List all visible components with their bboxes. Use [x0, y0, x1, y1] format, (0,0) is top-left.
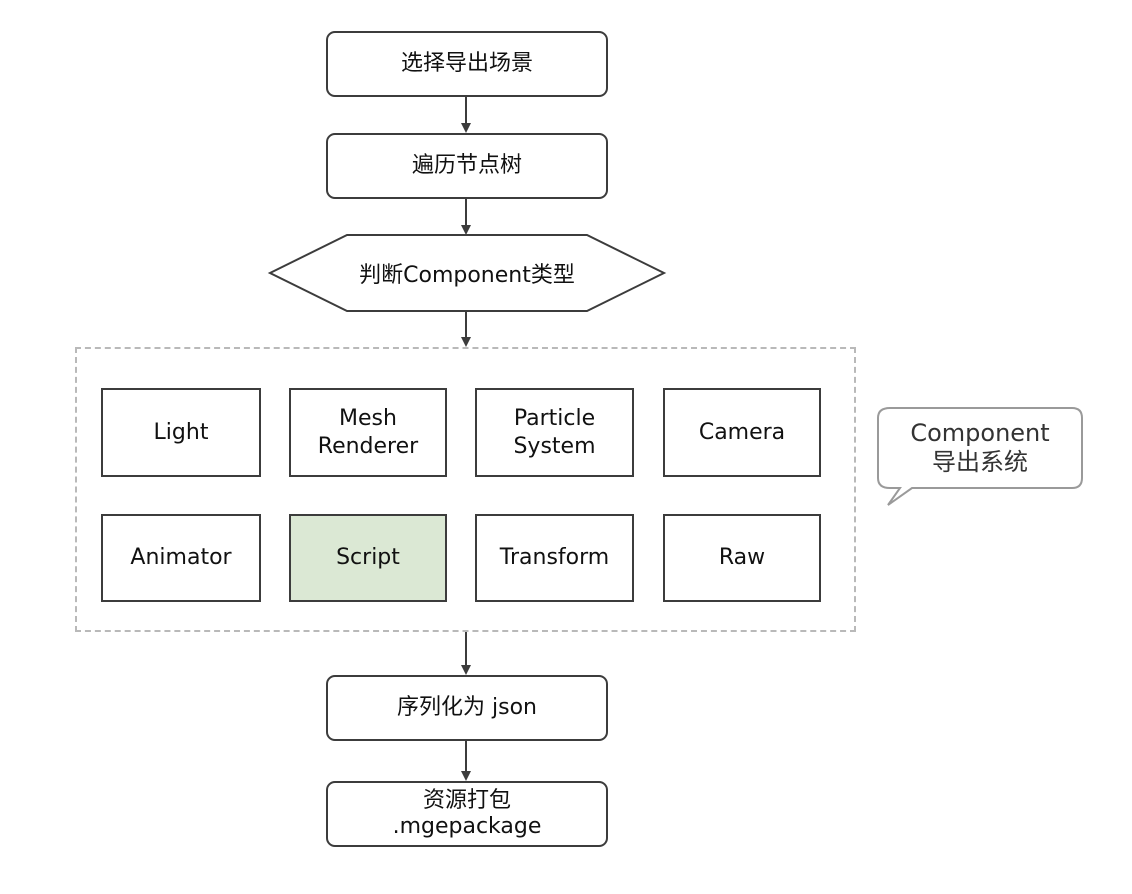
component-animator-label: Animator [130, 545, 232, 571]
callout-component-export-system: Component 导出系统 [878, 408, 1082, 488]
component-particle-system: Particle System [475, 388, 634, 477]
step-serialize-json-label: 序列化为 json [397, 695, 537, 721]
component-script-label: Script [336, 545, 400, 571]
component-animator: Animator [101, 514, 261, 602]
step-package-resources: 资源打包 .mgepackage [326, 781, 608, 847]
step-serialize-json: 序列化为 json [326, 675, 608, 741]
component-mesh-renderer: Mesh Renderer [289, 388, 447, 477]
component-raw-label: Raw [718, 545, 766, 571]
component-particle-system-label: Particle System [513, 406, 596, 459]
decision-label: 判断Component类型 [359, 263, 575, 288]
component-camera: Camera [663, 388, 821, 477]
component-transform-label: Transform [499, 545, 610, 571]
step-select-scene-label: 选择导出场景 [400, 51, 533, 77]
component-mesh-renderer-label: Mesh Renderer [317, 406, 419, 459]
component-camera-label: Camera [698, 419, 786, 445]
component-transform: Transform [475, 514, 634, 602]
step-traverse-tree: 遍历节点树 [326, 133, 608, 199]
callout-label: Component 导出系统 [910, 419, 1050, 476]
step-package-resources-label: 资源打包 .mgepackage [392, 787, 542, 839]
component-raw: Raw [663, 514, 821, 602]
step-traverse-tree-label: 遍历节点树 [411, 153, 522, 179]
component-light-label: Light [153, 419, 209, 445]
component-script: Script [289, 514, 447, 602]
decision-component-type: 判断Component类型 [270, 235, 664, 311]
step-select-scene: 选择导出场景 [326, 31, 608, 97]
component-light: Light [101, 388, 261, 477]
flowchart-canvas: 选择导出场景 遍历节点树 判断Component类型 Light Mesh Re… [0, 0, 1132, 894]
